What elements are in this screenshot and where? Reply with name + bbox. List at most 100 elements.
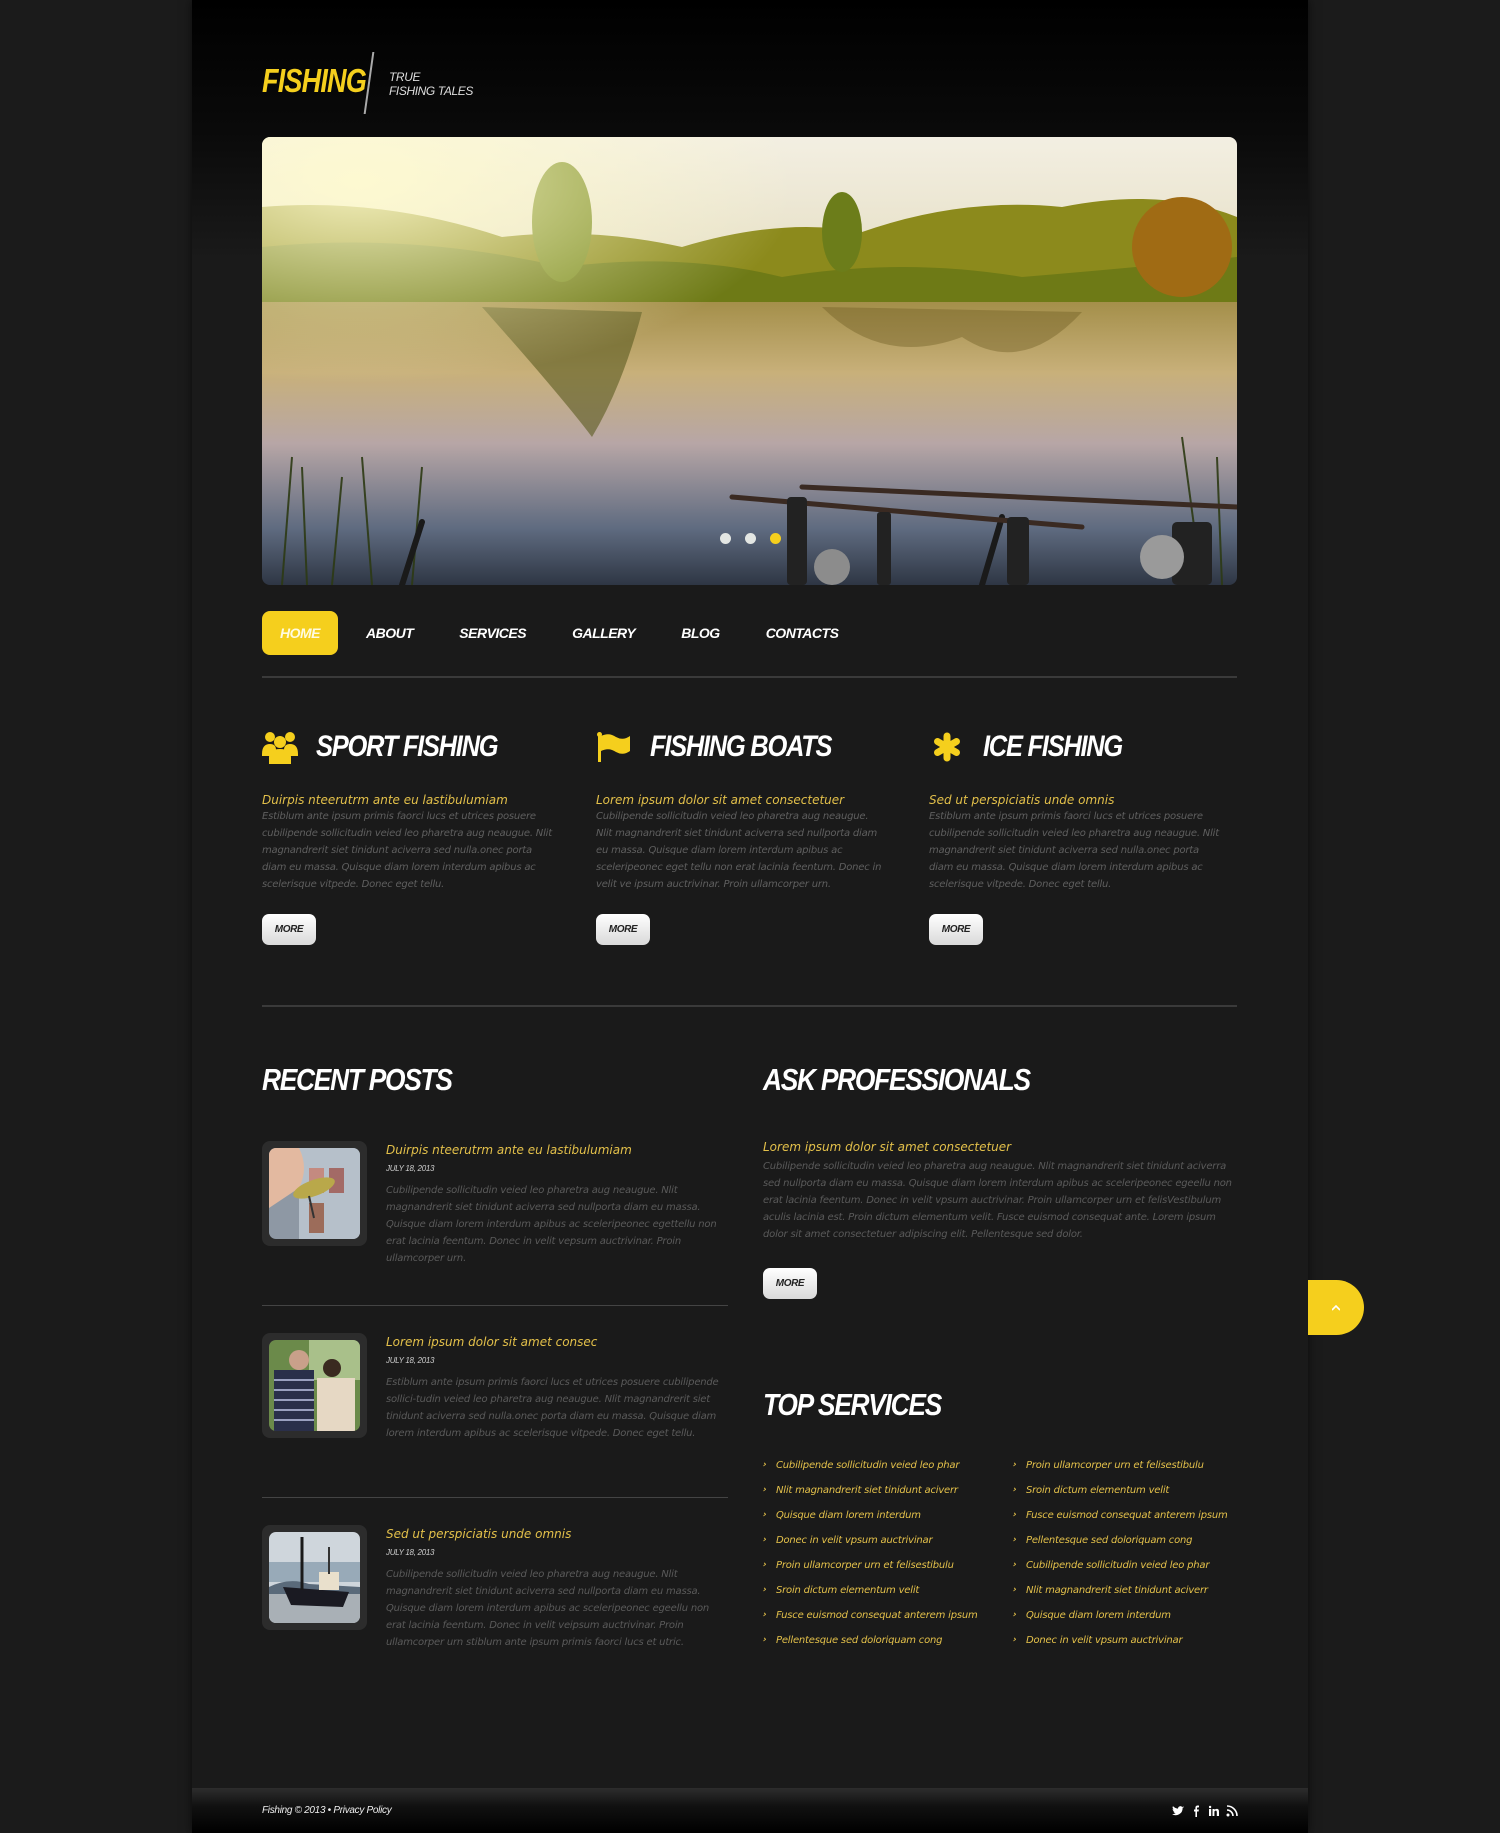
chevron-right-icon: ›	[1013, 1535, 1017, 1545]
divider	[262, 676, 1237, 678]
service-item[interactable]: › Pellentesque sed doloriquam cong	[1013, 1528, 1263, 1553]
service-item[interactable]: › Nlit magnandrerit siet tinidunt aciverr	[763, 1478, 1013, 1503]
service-item[interactable]: › Proin ullamcorper urn et felisestibulu	[763, 1553, 1013, 1578]
chevron-right-icon: ›	[1013, 1485, 1017, 1495]
feature-subtitle[interactable]: Lorem ipsum dolor sit amet consectetuer	[596, 792, 886, 808]
divider	[262, 1497, 728, 1498]
service-item[interactable]: › Fusce euismod consequat anterem ipsum	[1013, 1503, 1263, 1528]
service-item[interactable]: › Sroin dictum elementum velit	[763, 1578, 1013, 1603]
chevron-right-icon: ›	[1013, 1635, 1017, 1645]
service-item[interactable]: › Donec in velit vpsum auctrivinar	[763, 1528, 1013, 1553]
slider-dot-3-active[interactable]	[770, 533, 781, 544]
nav-item-gallery[interactable]: GALLERY	[554, 611, 653, 655]
post-title-link[interactable]: Lorem ipsum dolor sit amet consec	[386, 1334, 731, 1350]
post-date: JULY 18, 2013	[386, 1164, 435, 1173]
feature-subtitle[interactable]: Duirpis nteerutrm ante eu lastibulumiam	[262, 792, 552, 808]
chevron-right-icon: ›	[1013, 1510, 1017, 1520]
logo[interactable]: FISHING	[262, 62, 367, 100]
ask-body: Cubilipende sollicitudin veied leo phare…	[763, 1161, 1232, 1240]
nav-item-blog[interactable]: BLOG	[663, 611, 737, 655]
chevron-right-icon: ›	[763, 1560, 767, 1570]
linkedin-icon[interactable]	[1208, 1802, 1220, 1816]
footer-copyright: Fishing © 2013 • Privacy Policy	[262, 1805, 392, 1816]
more-button[interactable]: MORE	[262, 914, 316, 945]
friends-image	[269, 1340, 360, 1431]
post-title-link[interactable]: Duirpis nteerutrm ante eu lastibulumiam	[386, 1142, 731, 1158]
chevron-right-icon: ›	[763, 1535, 767, 1545]
post-title-link[interactable]: Sed ut perspiciatis unde omnis	[386, 1526, 731, 1542]
nav-item-home[interactable]: HOME	[262, 611, 338, 655]
feature-fishing-boats: FISHING BOATS Lorem ipsum dolor sit amet…	[596, 722, 886, 945]
copyright-text: Fishing © 2013 •	[262, 1805, 331, 1816]
flag-icon	[596, 729, 632, 765]
nav-item-services[interactable]: SERVICES	[441, 611, 544, 655]
chevron-right-icon: ›	[763, 1635, 767, 1645]
recent-posts-title: RECENT POSTS	[262, 1062, 453, 1097]
facebook-icon[interactable]	[1190, 1802, 1202, 1817]
service-label: Quisque diam lorem interdum	[1026, 1610, 1171, 1621]
ask-more-button[interactable]: MORE	[763, 1268, 817, 1299]
slider-dot-2[interactable]	[745, 533, 756, 544]
ask-subtitle[interactable]: Lorem ipsum dolor sit amet consectetuer	[763, 1140, 1011, 1154]
post-excerpt: Cubilipende sollicitudin veied leo phare…	[386, 1569, 710, 1648]
tagline: TRUE FISHING TALES	[389, 70, 473, 98]
service-label: Nlit magnandrerit siet tinidunt aciverr	[776, 1485, 958, 1496]
divider	[262, 1005, 1237, 1007]
service-label: Nlit magnandrerit siet tinidunt aciverr	[1026, 1585, 1208, 1596]
service-label: Cubilipende sollicitudin veied leo phar	[1026, 1560, 1210, 1571]
twitter-icon[interactable]	[1172, 1802, 1184, 1816]
feature-subtitle[interactable]: Sed ut perspiciatis unde omnis	[929, 792, 1219, 808]
page-container: FISHING TRUE FISHING TALES HOME ABOUT SE…	[192, 0, 1308, 1833]
service-item[interactable]: › Nlit magnandrerit siet tinidunt aciverr	[1013, 1578, 1263, 1603]
feature-ice-fishing: ICE FISHING Sed ut perspiciatis unde omn…	[929, 722, 1219, 945]
service-item[interactable]: › Quisque diam lorem interdum	[1013, 1603, 1263, 1628]
lure-image	[269, 1148, 360, 1239]
rss-icon[interactable]	[1226, 1802, 1238, 1817]
chevron-up-icon	[1332, 1304, 1340, 1311]
more-button[interactable]: MORE	[929, 914, 983, 945]
service-item[interactable]: › Donec in velit vpsum auctrivinar	[1013, 1628, 1263, 1653]
back-to-top-button[interactable]	[1308, 1280, 1364, 1335]
service-item[interactable]: › Fusce euismod consequat anterem ipsum	[763, 1603, 1013, 1628]
footer: Fishing © 2013 • Privacy Policy	[192, 1788, 1308, 1833]
chevron-right-icon: ›	[763, 1460, 767, 1470]
tagline-line2: FISHING TALES	[389, 84, 473, 98]
service-label: Quisque diam lorem interdum	[776, 1510, 921, 1521]
chevron-right-icon: ›	[1013, 1610, 1017, 1620]
chevron-right-icon: ›	[1013, 1460, 1017, 1470]
service-label: Fusce euismod consequat anterem ipsum	[776, 1610, 978, 1621]
service-item[interactable]: › Cubilipende sollicitudin veied leo phar	[1013, 1553, 1263, 1578]
chevron-right-icon: ›	[763, 1585, 767, 1595]
post-thumbnail[interactable]	[262, 1141, 367, 1246]
post-excerpt: Cubilipende sollicitudin veied leo phare…	[386, 1185, 717, 1264]
chevron-right-icon: ›	[1013, 1560, 1017, 1570]
main-nav: HOME ABOUT SERVICES GALLERY BLOG CONTACT…	[262, 611, 866, 655]
service-label: Donec in velit vpsum auctrivinar	[1026, 1635, 1183, 1646]
service-label: Sroin dictum elementum velit	[1026, 1485, 1170, 1496]
group-icon	[262, 729, 298, 765]
chevron-right-icon: ›	[763, 1510, 767, 1520]
post-thumbnail[interactable]	[262, 1333, 367, 1438]
top-services-title: TOP SERVICES	[763, 1387, 942, 1422]
service-item[interactable]: › Pellentesque sed doloriquam cong	[763, 1628, 1013, 1653]
feature-title: ICE FISHING	[983, 730, 1123, 763]
service-label: Cubilipende sollicitudin veied leo phar	[776, 1460, 960, 1471]
service-item[interactable]: › Proin ullamcorper urn et felisestibulu	[1013, 1453, 1263, 1478]
more-button[interactable]: MORE	[596, 914, 650, 945]
slider-dot-1[interactable]	[720, 533, 731, 544]
privacy-policy-link[interactable]: Privacy Policy	[333, 1805, 391, 1816]
service-label: Donec in velit vpsum auctrivinar	[776, 1535, 933, 1546]
post-excerpt: Estiblum ante ipsum primis faorci lucs e…	[386, 1377, 719, 1439]
nav-item-contacts[interactable]: CONTACTS	[748, 611, 857, 655]
service-item[interactable]: › Cubilipende sollicitudin veied leo phar	[763, 1453, 1013, 1478]
hero-slider[interactable]	[262, 137, 1237, 585]
service-label: Proin ullamcorper urn et felisestibulu	[1026, 1460, 1204, 1471]
ask-professionals-title: ASK PROFESSIONALS	[763, 1062, 1031, 1097]
social-links	[1172, 1802, 1238, 1817]
services-column-2: › Proin ullamcorper urn et felisestibulu ›…	[1013, 1453, 1263, 1653]
service-item[interactable]: › Sroin dictum elementum velit	[1013, 1478, 1263, 1503]
service-item[interactable]: › Quisque diam lorem interdum	[763, 1503, 1013, 1528]
feature-body: Cubilipende sollicitudin veied leo phare…	[596, 811, 882, 890]
post-thumbnail[interactable]	[262, 1525, 367, 1630]
nav-item-about[interactable]: ABOUT	[348, 611, 431, 655]
